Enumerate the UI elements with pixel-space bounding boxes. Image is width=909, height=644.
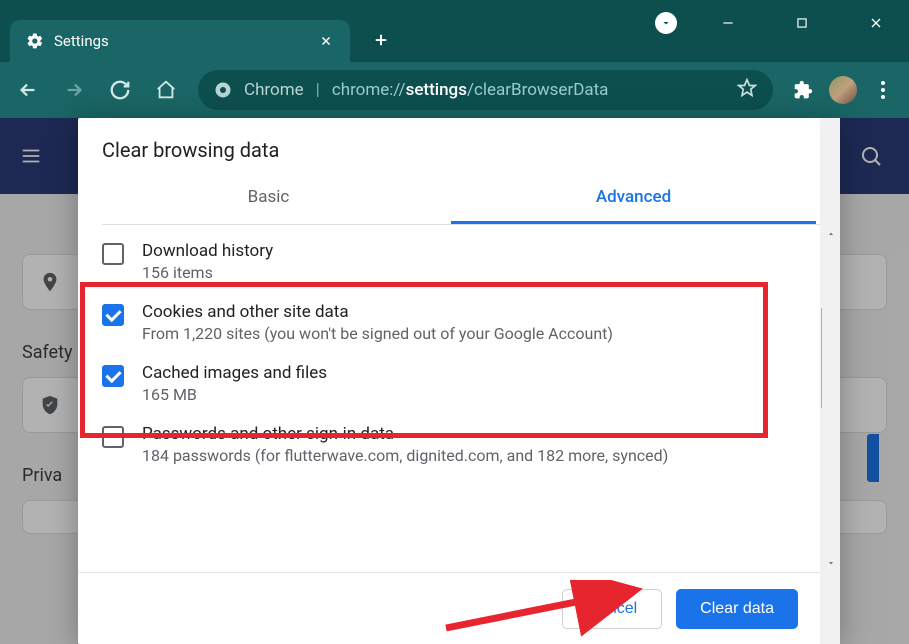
clear-browsing-data-dialog: Clear browsing data Basic Advanced Downl… bbox=[78, 118, 840, 644]
dialog-footer: Cancel Clear data bbox=[78, 572, 840, 644]
checkbox-download-history[interactable] bbox=[102, 243, 124, 265]
chrome-icon bbox=[214, 81, 232, 99]
bookmark-button[interactable] bbox=[737, 78, 757, 103]
browser-tab-settings[interactable]: Settings bbox=[10, 20, 350, 62]
clear-data-button[interactable]: Clear data bbox=[676, 589, 798, 629]
dialog-tabs: Basic Advanced bbox=[86, 172, 816, 224]
tab-advanced[interactable]: Advanced bbox=[451, 172, 816, 224]
item-title: Passwords and other sign-in data bbox=[142, 424, 816, 444]
item-subtitle: 184 passwords (for flutterwave.com, dign… bbox=[142, 446, 816, 465]
puzzle-icon bbox=[793, 80, 813, 100]
gear-icon bbox=[26, 32, 44, 50]
back-button[interactable] bbox=[14, 76, 42, 104]
address-bar[interactable]: Chrome | chrome://settings/clearBrowserD… bbox=[198, 70, 773, 110]
chevron-down-icon bbox=[826, 558, 836, 568]
window-titlebar: Settings bbox=[0, 0, 909, 62]
item-subtitle: From 1,220 sites (you won't be signed ou… bbox=[142, 324, 816, 343]
star-icon bbox=[737, 78, 757, 98]
triangle-down-icon bbox=[660, 17, 672, 29]
item-title: Cookies and other site data bbox=[142, 302, 816, 322]
window-maximize-button[interactable] bbox=[779, 8, 825, 38]
scroll-down-button[interactable] bbox=[822, 554, 840, 572]
minimize-icon bbox=[721, 16, 735, 30]
window-minimize-button[interactable] bbox=[705, 8, 751, 38]
tab-basic[interactable]: Basic bbox=[86, 172, 451, 224]
update-badge[interactable] bbox=[655, 12, 677, 34]
plus-icon bbox=[372, 31, 390, 49]
tab-close-button[interactable] bbox=[318, 33, 334, 49]
checkbox-cookies[interactable] bbox=[102, 304, 124, 326]
checkbox-cache[interactable] bbox=[102, 365, 124, 387]
close-icon bbox=[868, 15, 884, 31]
checkbox-passwords[interactable] bbox=[102, 426, 124, 448]
list-item: Cached images and files 165 MB bbox=[102, 353, 816, 414]
arrow-right-icon bbox=[63, 79, 85, 101]
scroll-up-button[interactable] bbox=[822, 225, 840, 243]
tab-title: Settings bbox=[54, 32, 109, 50]
item-title: Download history bbox=[142, 241, 816, 261]
list-item: Download history 156 items bbox=[102, 231, 816, 292]
chevron-up-icon bbox=[826, 229, 836, 239]
close-icon bbox=[319, 34, 333, 48]
arrow-left-icon bbox=[17, 79, 39, 101]
new-tab-button[interactable] bbox=[366, 25, 396, 55]
url-scheme: chrome:// bbox=[332, 80, 406, 100]
avatar[interactable] bbox=[829, 76, 857, 104]
reload-icon bbox=[109, 79, 131, 101]
window-close-button[interactable] bbox=[853, 8, 899, 38]
list-scrollbar[interactable] bbox=[822, 225, 840, 572]
dialog-title: Clear browsing data bbox=[78, 118, 840, 172]
list-item: Cookies and other site data From 1,220 s… bbox=[102, 292, 816, 353]
url-path: /clearBrowserData bbox=[467, 80, 609, 100]
list-item: Passwords and other sign-in data 184 pas… bbox=[102, 414, 816, 475]
extensions-button[interactable] bbox=[791, 78, 815, 102]
chrome-menu-button[interactable] bbox=[871, 78, 895, 102]
dialog-list: Download history 156 items Cookies and o… bbox=[78, 225, 840, 572]
browser-toolbar: Chrome | chrome://settings/clearBrowserD… bbox=[0, 62, 909, 118]
forward-button[interactable] bbox=[60, 76, 88, 104]
reload-button[interactable] bbox=[106, 76, 134, 104]
url-divider: | bbox=[316, 80, 320, 100]
url-app-label: Chrome bbox=[244, 80, 304, 100]
item-subtitle: 156 items bbox=[142, 263, 816, 282]
home-button[interactable] bbox=[152, 76, 180, 104]
item-title: Cached images and files bbox=[142, 363, 816, 383]
cancel-button[interactable]: Cancel bbox=[562, 589, 662, 629]
item-subtitle: 165 MB bbox=[142, 385, 816, 404]
maximize-icon bbox=[795, 16, 809, 30]
url-host: settings bbox=[406, 80, 467, 100]
home-icon bbox=[155, 79, 177, 101]
